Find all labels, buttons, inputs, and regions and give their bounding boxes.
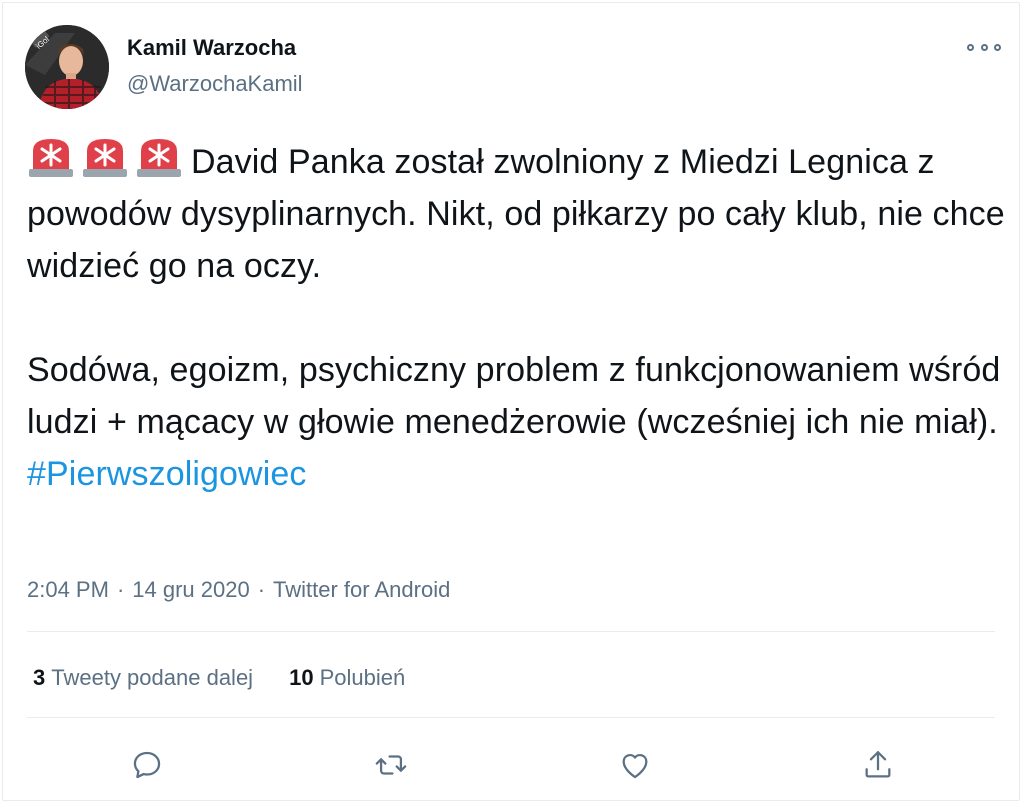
police-light-emoji <box>27 135 75 179</box>
siren-emoji-group <box>27 135 183 179</box>
divider <box>27 717 995 718</box>
more-dot <box>967 43 974 51</box>
heart-icon <box>622 754 648 779</box>
like-button[interactable] <box>615 745 655 785</box>
tweet-meta: 2:04 PM · 14 gru 2020 · Twitter for Android <box>27 577 450 603</box>
reply-icon <box>133 751 161 779</box>
retweets-stat[interactable]: 3 Tweety podane dalej <box>33 665 253 691</box>
author-display-name[interactable]: Kamil Warzocha <box>127 35 296 61</box>
tweet-text: David Panka został zwolniony z Miedzi Le… <box>27 135 1017 500</box>
reply-button[interactable] <box>127 745 167 785</box>
police-light-emoji <box>81 135 129 179</box>
tweet-source[interactable]: Twitter for Android <box>273 577 450 602</box>
more-dot <box>980 43 988 51</box>
likes-count: 10 <box>289 665 314 690</box>
police-light-emoji <box>135 135 183 179</box>
share-icon <box>865 751 891 778</box>
likes-stat[interactable]: 10 Polubień <box>289 665 405 691</box>
tweet-stats: 3 Tweety podane dalej 10 Polubień <box>33 665 405 691</box>
tweet-paragraph-2: Sodówa, egoizm, psychiczny problem z fun… <box>27 351 1001 441</box>
tweet-time[interactable]: 2:04 PM <box>27 577 109 602</box>
meta-separator: · <box>257 577 266 602</box>
likes-label: Polubień <box>319 665 406 690</box>
avatar[interactable]: iGol <box>25 25 109 109</box>
more-dot <box>994 43 1001 51</box>
retweets-label: Tweety podane dalej <box>51 665 254 690</box>
retweet-icon <box>375 755 407 775</box>
retweets-count: 3 <box>33 665 46 690</box>
divider <box>27 631 995 632</box>
tweet-date[interactable]: 14 gru 2020 <box>132 577 249 602</box>
retweet-button[interactable] <box>371 745 411 785</box>
share-button[interactable] <box>858 745 898 785</box>
more-icon[interactable] <box>967 37 1001 57</box>
author-handle[interactable]: @WarzochaKamil <box>127 71 303 97</box>
hashtag-link[interactable]: #Pierwszoligowiec <box>27 448 1017 500</box>
meta-separator: · <box>116 577 125 602</box>
action-bar <box>3 745 1021 785</box>
tweet-card: iGol Kamil Warzocha @WarzochaKamil David… <box>2 2 1020 801</box>
